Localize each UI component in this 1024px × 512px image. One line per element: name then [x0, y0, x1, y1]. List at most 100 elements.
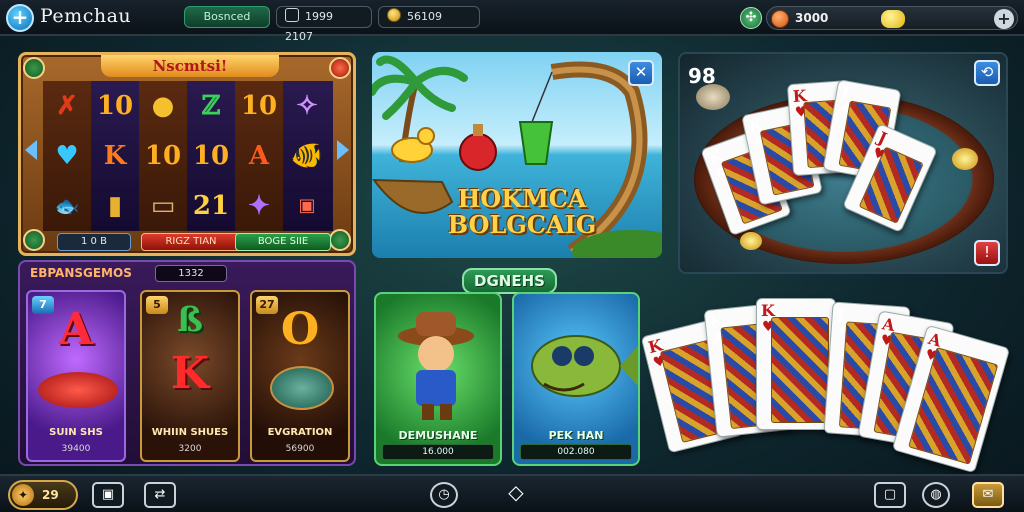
- mail-button[interactable]: ✉: [972, 482, 1004, 508]
- slot-spin-button[interactable]: RIGZ TIAN: [141, 233, 241, 251]
- featured-games-count: 1332: [155, 265, 227, 282]
- player-level-badge[interactable]: ✦ 29: [8, 480, 78, 510]
- reel-6: ✧ 🐠 ▣: [283, 81, 333, 231]
- game-card-value: 39400: [61, 444, 91, 454]
- reel-symbol: A: [248, 141, 270, 171]
- fishing-title-line1: HOKMCA: [457, 184, 587, 213]
- slot-tools-icon[interactable]: [329, 229, 351, 251]
- reel-symbol: 21: [192, 191, 230, 221]
- character-value: 002.080: [520, 444, 632, 460]
- card-face: [908, 347, 999, 465]
- top-bar: + Pemchau Bosnced 1999 2107 56109 ✣ 3000…: [0, 0, 1024, 43]
- fishing-close-button[interactable]: ✕: [628, 60, 654, 86]
- character-value: 16.000: [382, 444, 494, 460]
- gold-coin-icon: [952, 148, 978, 170]
- card-face: [771, 317, 829, 423]
- fish-character-icon: [531, 335, 638, 397]
- hand-card[interactable]: K ♥: [756, 298, 836, 430]
- reel-symbol: 10: [192, 141, 230, 171]
- table-refresh-button[interactable]: ⟲: [974, 60, 1000, 86]
- game-card-symbol: O: [280, 304, 320, 355]
- ticket-counter[interactable]: 1999 2107: [276, 6, 372, 43]
- chip-stack-icon: [696, 84, 730, 110]
- reel-symbol: ✦: [248, 191, 270, 221]
- gold-coin-icon: [740, 232, 762, 250]
- gold-bar-icon: [881, 10, 905, 28]
- game-card-symbol: A: [58, 304, 94, 355]
- game-card-name: WHIIN SHUES: [151, 427, 229, 438]
- game-card-name: EVGRATION: [267, 427, 333, 438]
- chat-button[interactable]: ▢: [874, 482, 906, 508]
- reel-symbol: ▮: [107, 191, 123, 221]
- slot-settings-icon[interactable]: [23, 229, 45, 251]
- card-hand: K ♥ K ♣ K ♥ J ♠ A ♥ A ♥: [640, 292, 1016, 474]
- fishing-game-title: HOKMCA BOLGCAIG: [442, 186, 602, 238]
- slot-lines-button[interactable]: 1 0 B: [57, 233, 131, 251]
- reel-symbol: ℤ: [201, 91, 221, 121]
- player-avatar-icon: ✦: [12, 484, 34, 506]
- reel-3: ● 10 ▭: [139, 81, 187, 231]
- slot-star-icon[interactable]: [23, 57, 45, 79]
- reel-symbol: 10: [96, 91, 134, 121]
- characters-title: DGNEHS: [462, 268, 557, 294]
- fish-icon: [270, 366, 334, 410]
- game-card-value: 56900: [285, 444, 315, 454]
- fishing-game-tile[interactable]: ✕ HOKMCA BOLGCAIG: [372, 52, 662, 258]
- coin-counter[interactable]: 56109: [378, 6, 480, 28]
- balance-value: 3000: [795, 11, 829, 25]
- reel-1: ✗ ♥ 🐟: [43, 81, 91, 231]
- slot-bonus-icon[interactable]: [329, 57, 351, 79]
- reel-symbol: ▣: [298, 195, 316, 216]
- reel-symbol: ✗: [56, 91, 78, 121]
- reel-symbol: 🐠: [290, 141, 324, 171]
- menu-button[interactable]: ▣: [92, 482, 124, 508]
- status-button[interactable]: Bosnced: [184, 6, 270, 28]
- card-rank: J: [836, 304, 846, 325]
- reel-symbol: ♥: [55, 141, 79, 171]
- character-card[interactable]: DEMUSHANE 16.000: [374, 292, 502, 466]
- fisherman-icon: [398, 312, 474, 420]
- reel-symbol: ✧: [296, 91, 318, 121]
- featured-games-panel: EBPANSGEMOS 1332 7 A SUIN SHS 39400 5 ß …: [18, 260, 356, 466]
- globe-icon[interactable]: ◍: [922, 482, 950, 508]
- app-logo-icon[interactable]: +: [6, 4, 34, 32]
- game-card[interactable]: 27 O EVGRATION 56900: [250, 290, 350, 462]
- reel-2: 10 K ▮: [91, 81, 139, 231]
- slot-bet-button[interactable]: BOGE SIIE: [235, 233, 331, 251]
- slot-next-arrow-icon[interactable]: [337, 140, 349, 160]
- game-card[interactable]: 7 A SUIN SHS 39400: [26, 290, 126, 462]
- card-table-tile[interactable]: 98 ⟲ ! K ♣ K ♠ K ♥ J ♠ J ♥: [678, 52, 1008, 274]
- home-nav-icon[interactable]: ◇: [498, 482, 534, 508]
- clock-icon[interactable]: ◷: [430, 482, 458, 508]
- reel-4: ℤ 10 21: [187, 81, 235, 231]
- character-card[interactable]: PEK HAN 002.080: [512, 292, 640, 466]
- player-level: 29: [42, 488, 59, 502]
- game-card-value: 3200: [178, 444, 202, 454]
- table-alert-button[interactable]: !: [974, 240, 1000, 266]
- balance-coin-icon: [771, 10, 789, 28]
- reel-symbol: K: [103, 141, 127, 171]
- slot-game-title: Nscmtsi!: [101, 55, 279, 77]
- add-funds-button[interactable]: +: [994, 9, 1014, 29]
- balance-bar[interactable]: 3000 +: [766, 6, 1018, 30]
- game-card-symbol: K: [170, 348, 210, 399]
- slot-reels: ✗ ♥ 🐟 10 K ▮ ● 10 ▭ ℤ 10 21 10 A ✦ ✧ 🐠 ▣: [43, 81, 333, 231]
- fish-icon: [38, 372, 118, 408]
- reel-symbol: ●: [151, 91, 175, 121]
- ticket-icon: [285, 8, 299, 22]
- slot-game-tile[interactable]: Nscmtsi! ✗ ♥ 🐟 10 K ▮ ● 10 ▭ ℤ 10 21 10 …: [18, 52, 356, 256]
- game-card[interactable]: 5 ß K WHIIN SHUES 3200: [140, 290, 240, 462]
- reel-symbol: ▭: [150, 191, 176, 221]
- app-title: Pemchau: [40, 5, 132, 27]
- character-name: DEMUSHANE: [398, 429, 478, 442]
- reel-symbol: 10: [240, 91, 278, 121]
- settings-icon[interactable]: ✣: [740, 7, 762, 29]
- bottom-bar: ✦ 29 ▣ ⇄ ◷ ◇ ▢ ◍ ✉: [0, 474, 1024, 512]
- slot-prev-arrow-icon[interactable]: [25, 140, 37, 160]
- game-card-name: SUIN SHS: [49, 427, 103, 438]
- game-card-symbol-small: ß: [177, 300, 203, 340]
- coin-value: 56109: [407, 10, 442, 23]
- reel-5: 10 A ✦: [235, 81, 283, 231]
- fishing-title-line2: BOLGCAIG: [447, 210, 597, 239]
- swap-button[interactable]: ⇄: [144, 482, 176, 508]
